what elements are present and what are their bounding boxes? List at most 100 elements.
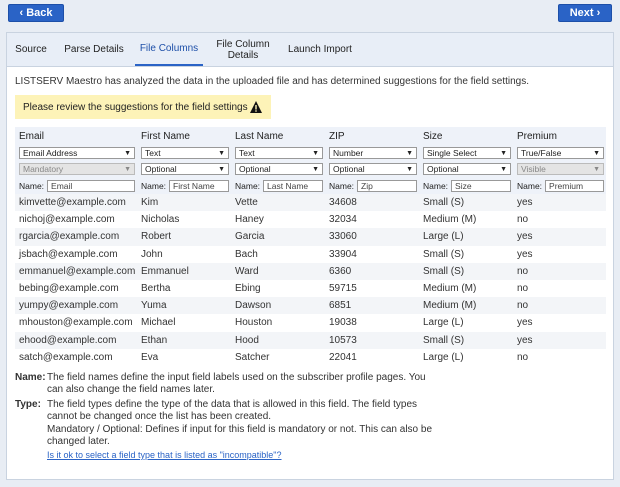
name-cell: Name: Zip [325,177,419,194]
chevron-down-icon: ▼ [593,165,600,173]
column-header: Premium [513,127,606,145]
chevron-down-icon: ▼ [406,149,413,157]
field-name-input[interactable]: Zip [357,179,417,192]
table-cell: mhouston@example.com [19,317,133,329]
back-button[interactable]: ‹ Back [8,4,64,22]
field-name-input[interactable]: Premium [545,179,604,192]
next-button[interactable]: Next › [558,4,612,22]
table-cell: Large (L) [423,317,464,329]
column-header: ZIP [325,127,419,145]
intro-text: LISTSERV Maestro has analyzed the data i… [15,76,530,87]
table-cell: Large (L) [419,228,513,246]
column-table: Email First Name Last Name ZIP Size Premium E… [15,127,606,366]
column-header: Last Name [231,127,325,145]
footer-type-label: Type: [15,399,41,410]
tab-file-columns[interactable]: File Columns [135,33,203,66]
review-notice: Please review the suggestions for the fi… [15,95,271,119]
tab-file-column-details[interactable]: File Column Details [211,33,275,66]
chevron-down-icon: ▼ [124,165,131,173]
table-cell: yes [513,228,606,246]
field-name-group: Name: Email [19,179,135,192]
select-value: Single Select [427,148,477,158]
tab-source[interactable]: Source [11,33,51,66]
chevron-down-icon: ▼ [500,149,507,157]
name-cell: Name: Size [419,177,513,194]
table-cell: 59715 [329,283,357,295]
chevron-down-icon: ▼ [593,149,600,157]
field-name-row: Name: Email Name: First Name Name: Last Name N… [15,177,606,194]
tab-launch-import[interactable]: Launch Import [283,33,357,66]
select-cell: Email Address ▼ [15,145,137,161]
table-cell: 19038 [329,317,357,329]
mandatory-select[interactable]: Optional ▼ [141,163,229,175]
mandatory-select[interactable]: Optional ▼ [329,163,417,175]
field-name-label: Name: [235,180,261,191]
table-row: kimvette@example.com Kim Vette 34608 Small (… [15,194,606,212]
select-cell: Optional ▼ [419,161,513,177]
table-cell: Haney [235,214,264,226]
data-rows: kimvette@example.com Kim Vette 34608 Small (… [15,194,606,366]
select-cell: Mandatory ▼ [15,161,137,177]
chevron-down-icon: ▼ [500,165,507,173]
table-cell: no [513,297,606,315]
mandatory-select[interactable]: Optional ▼ [423,163,511,175]
incompatible-type-link[interactable]: Is it ok to select a field type that is … [47,450,282,460]
table-cell: Large (L) [423,351,464,363]
chevron-down-icon: ▼ [406,165,413,173]
field-type-select[interactable]: True/False ▼ [517,147,604,159]
field-type-select[interactable]: Single Select ▼ [423,147,511,159]
chevron-down-icon: ▼ [218,165,225,173]
table-cell: 6851 [325,297,419,315]
table-cell: no [513,262,606,280]
table-cell: Ward [231,262,325,280]
select-value: Optional [333,164,365,174]
tab-parse-details[interactable]: Parse Details [59,33,129,66]
field-name-label: Name: [423,180,449,191]
chevron-down-icon: ▼ [218,149,225,157]
table-cell: kimvette@example.com [15,194,137,212]
table-cell: Robert [137,228,231,246]
field-name-input[interactable]: Size [451,179,511,192]
mandatory-select[interactable]: Optional ▼ [235,163,323,175]
table-cell: Small (S) [419,194,513,212]
table-cell: Houston [235,317,273,329]
select-cell: True/False ▼ [513,145,606,161]
field-type-select[interactable]: Number ▼ [329,147,417,159]
table-cell: yes [513,331,606,349]
column-header: First Name [137,127,231,145]
field-name-input[interactable]: First Name [169,179,229,192]
table-cell: Bertha [141,283,171,295]
field-name-label: Name: [329,180,355,191]
table-cell: Yuma [137,297,231,315]
select-value: Number [333,148,364,158]
select-value: Mandatory [23,164,64,174]
field-type-select[interactable]: Text ▼ [141,147,229,159]
warning-icon [250,101,262,113]
table-cell: yes [517,317,533,329]
select-cell: Optional ▼ [137,161,231,177]
name-cell: Name: Last Name [231,177,325,194]
table-cell: no [517,351,529,363]
field-type-select[interactable]: Email Address ▼ [19,147,135,159]
table-cell: Small (S) [419,262,513,280]
column-header-row: Email First Name Last Name ZIP Size Premium [15,127,606,145]
footer-name-text: The field names define the input field l… [47,372,426,395]
table-cell: Ebing [235,283,261,295]
table-cell: Vette [231,194,325,212]
field-name-input[interactable]: Email [47,179,135,192]
column-header: Size [419,127,513,145]
table-cell: 6360 [325,262,419,280]
table-cell: Medium (M) [423,214,477,226]
table-row: yumpy@example.com Yuma Dawson 6851 Medium (M… [15,297,606,315]
table-row: emmanuel@example.com Emmanuel Ward 6360 Smal… [15,262,606,280]
table-cell: satch@example.com [19,351,113,363]
chevron-down-icon: ▼ [312,149,319,157]
field-name-input[interactable]: Last Name [263,179,323,192]
table-cell: yes [517,248,533,260]
select-cell: Visible ▼ [513,161,606,177]
field-name-group: Name: Premium [517,179,604,192]
table-cell: Garcia [231,228,325,246]
table-cell: Kim [137,194,231,212]
field-type-select[interactable]: Text ▼ [235,147,323,159]
footer-mandatory-text: Mandatory / Optional: Defines if input f… [47,424,433,447]
